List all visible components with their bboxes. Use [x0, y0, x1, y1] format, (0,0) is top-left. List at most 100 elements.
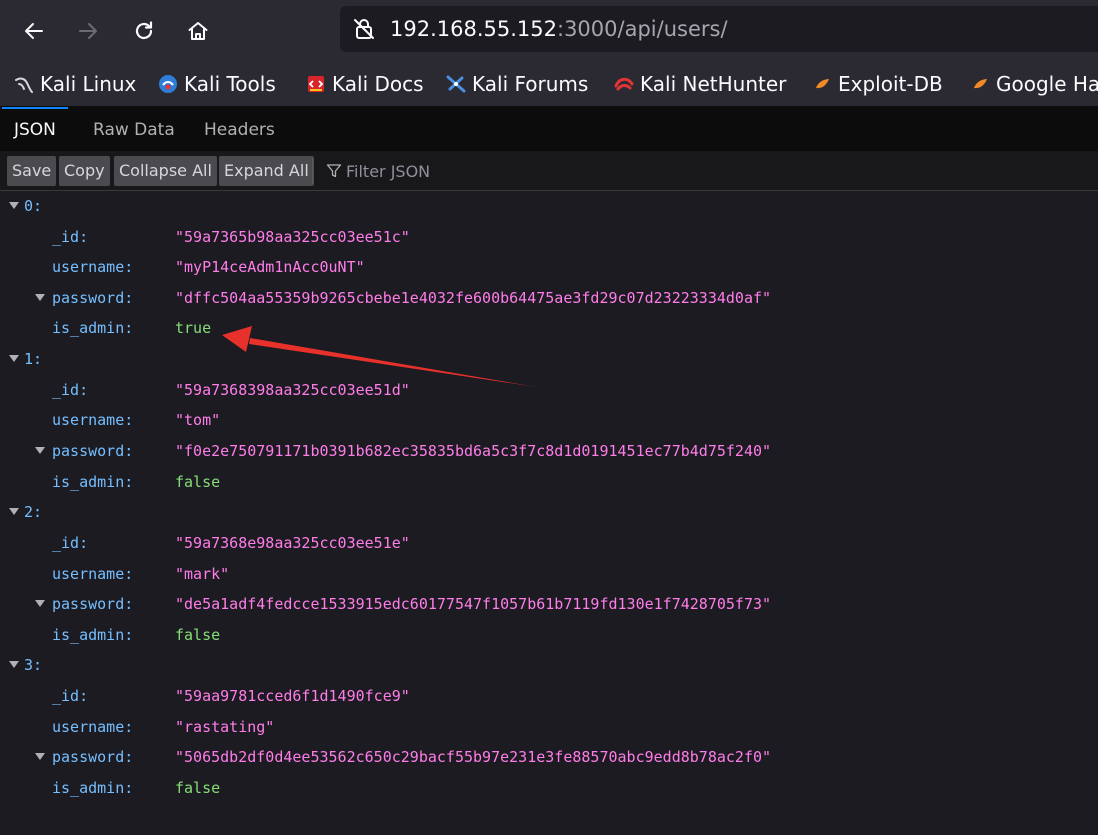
bookmark-label: Kali Docs: [332, 72, 424, 96]
bookmark-kali-tools[interactable]: Kali Tools: [158, 69, 276, 99]
username-value: "rastating": [175, 718, 275, 736]
tree-row[interactable]: password: "f0e2e750791171b0391b682ec3583…: [0, 436, 1098, 466]
copy-button[interactable]: Copy: [59, 156, 110, 186]
username-value: "myP14ceAdm1nAcc0uNT": [175, 258, 365, 276]
insecure-lock-icon[interactable]: [352, 17, 376, 41]
username-key: username:: [52, 718, 134, 736]
password-value: "f0e2e750791171b0391b682ec35835bd6a5c3f7…: [175, 442, 772, 460]
id-value: "59aa9781cced6f1d1490fce9": [175, 687, 410, 705]
expand-all-button[interactable]: Expand All: [219, 156, 314, 186]
home-button[interactable]: [178, 12, 218, 50]
tree-row[interactable]: password: "dffc504aa55359b9265cbebe1e403…: [0, 283, 1098, 313]
id-value: "59a7368e98aa325cc03ee51e": [175, 534, 410, 552]
tree-row: username: "mark": [0, 559, 1098, 589]
password-value: "de5a1adf4fedcce1533915edc60177547f1057b…: [175, 595, 772, 613]
is-admin-value: false: [175, 779, 221, 797]
is-admin-value: true: [175, 319, 212, 337]
forward-arrow-icon: [79, 23, 97, 39]
tree-row[interactable]: password: "de5a1adf4fedcce1533915edc6017…: [0, 589, 1098, 619]
bookmark-label: Exploit-DB: [838, 72, 943, 96]
collapse-triangle-icon[interactable]: [35, 600, 45, 607]
id-key: _id:: [52, 534, 89, 552]
reload-icon: [135, 21, 153, 40]
collapse-triangle-icon[interactable]: [9, 661, 19, 668]
navigation-toolbar: 192.168.55.152:3000/api/users/: [0, 0, 1098, 62]
json-viewer-tabs: JSON Raw Data Headers: [0, 107, 1098, 152]
back-button[interactable]: [14, 12, 54, 50]
array-index-key: 1:: [24, 350, 43, 368]
id-key: _id:: [52, 228, 89, 246]
json-toolbar: Save Copy Collapse All Expand All: [0, 151, 1098, 191]
tree-row: username: "rastating": [0, 712, 1098, 742]
tree-row-user-1[interactable]: 1:: [0, 344, 1098, 374]
kali-docs-icon: [308, 76, 324, 92]
kali-tools-icon: [159, 75, 177, 93]
is-admin-value: false: [175, 473, 221, 491]
forward-button[interactable]: [68, 12, 108, 50]
exploit-db-icon: [816, 79, 829, 89]
array-index-key: 2:: [24, 503, 43, 521]
bookmark-kali-docs[interactable]: Kali Docs: [306, 69, 424, 99]
tree-row-user-0[interactable]: 0:: [0, 191, 1098, 221]
tree-row[interactable]: password: "5065db2df0d4ee53562c650c29bac…: [0, 742, 1098, 772]
collapse-triangle-icon[interactable]: [9, 508, 19, 515]
password-key: password:: [52, 442, 134, 460]
tree-row: _id: "59a7368e98aa325cc03ee51e": [0, 528, 1098, 558]
address-bar[interactable]: 192.168.55.152:3000/api/users/: [340, 6, 1098, 52]
tree-row-user-3[interactable]: 3:: [0, 650, 1098, 680]
collapse-triangle-icon[interactable]: [35, 753, 45, 760]
tab-headers[interactable]: Headers: [192, 107, 287, 151]
google-hacking-icon: [974, 79, 987, 89]
is-admin-key: is_admin:: [52, 319, 134, 337]
bookmark-exploit-db[interactable]: Exploit-DB: [812, 69, 943, 99]
bookmark-kali-linux[interactable]: Kali Linux: [14, 69, 136, 99]
tab-json[interactable]: JSON: [2, 107, 68, 151]
json-tree: 0: _id: "59a7365b98aa325cc03ee51c" usern…: [0, 191, 1098, 835]
bookmark-google-hacking[interactable]: Google Ha: [970, 69, 1098, 99]
username-value: "mark": [175, 565, 230, 583]
bookmark-label: Kali Tools: [184, 72, 276, 96]
bookmarks-toolbar: Kali Linux Kali Tools Kali Docs Kali For…: [0, 62, 1098, 107]
tree-row: _id: "59a7365b98aa325cc03ee51c": [0, 222, 1098, 252]
tree-row: username: "tom": [0, 405, 1098, 435]
is-admin-key: is_admin:: [52, 779, 134, 797]
reload-button[interactable]: [124, 12, 164, 50]
is-admin-key: is_admin:: [52, 626, 134, 644]
kali-forums-icon: [446, 75, 466, 93]
username-key: username:: [52, 565, 134, 583]
password-key: password:: [52, 289, 134, 307]
filter-icon: [326, 164, 342, 178]
id-value: "59a7365b98aa325cc03ee51c": [175, 228, 410, 246]
tree-row: is_admin: true: [0, 313, 1098, 343]
bookmark-label: Google Ha: [996, 72, 1098, 96]
password-key: password:: [52, 748, 134, 766]
toolbar-divider: [312, 158, 313, 184]
collapse-all-button[interactable]: Collapse All: [114, 156, 217, 186]
url-text[interactable]: 192.168.55.152:3000/api/users/: [390, 17, 728, 41]
back-arrow-icon: [25, 23, 43, 39]
tree-row-user-2[interactable]: 2:: [0, 497, 1098, 527]
home-icon: [188, 22, 208, 40]
tree-row: is_admin: false: [0, 467, 1098, 497]
username-value: "tom": [175, 411, 221, 429]
bookmark-label: Kali Forums: [472, 72, 589, 96]
collapse-triangle-icon[interactable]: [9, 355, 19, 362]
tab-raw-data[interactable]: Raw Data: [81, 107, 187, 151]
tree-row: _id: "59a7368398aa325cc03ee51d": [0, 375, 1098, 405]
bookmark-kali-forums[interactable]: Kali Forums: [446, 69, 588, 99]
bookmark-kali-nethunter[interactable]: Kali NetHunter: [614, 69, 786, 99]
id-key: _id:: [52, 381, 89, 399]
is-admin-key: is_admin:: [52, 473, 134, 491]
kali-dragon-icon: [15, 77, 33, 93]
bookmark-label: Kali NetHunter: [640, 72, 787, 96]
filter-json-input[interactable]: [346, 156, 646, 186]
url-path: :3000/api/users/: [557, 17, 728, 41]
id-key: _id:: [52, 687, 89, 705]
password-value: "5065db2df0d4ee53562c650c29bacf55b97e231…: [175, 748, 772, 766]
save-button[interactable]: Save: [7, 156, 57, 186]
id-value: "59a7368398aa325cc03ee51d": [175, 381, 410, 399]
url-host: 192.168.55.152: [390, 17, 557, 41]
collapse-triangle-icon[interactable]: [35, 447, 45, 454]
collapse-triangle-icon[interactable]: [9, 202, 19, 209]
collapse-triangle-icon[interactable]: [35, 294, 45, 301]
